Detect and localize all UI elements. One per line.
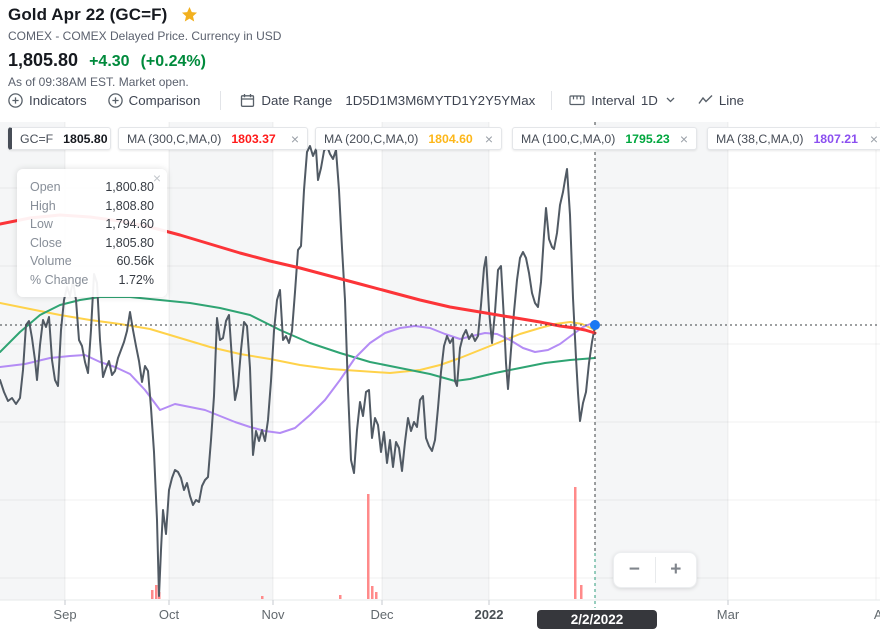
- legend-chip-label: MA (300,C,MA,0): [127, 131, 222, 146]
- legend-chip-value: 1803.37: [231, 131, 276, 146]
- indicators-button[interactable]: Indicators: [8, 93, 87, 108]
- interval-value: 1D: [640, 92, 658, 108]
- page-title: Gold Apr 22 (GC=F): [8, 5, 168, 24]
- x-axis-label-2022: 2022: [474, 607, 504, 622]
- legend-chip-label: GC=F: [20, 131, 54, 146]
- legend-chip-value: 1807.21: [813, 131, 858, 146]
- tooltip-value: 1,794.60: [105, 217, 154, 232]
- legend-chip-value: 1805.80: [63, 131, 108, 146]
- interval-label: Interval: [591, 92, 635, 108]
- zoom-in-button[interactable]: +: [656, 553, 697, 587]
- range-tab-1y[interactable]: 1Y: [461, 93, 477, 108]
- star-icon[interactable]: [181, 7, 198, 23]
- range-tab-2y[interactable]: 2Y: [478, 93, 494, 108]
- ohlc-tooltip: × Open 1,800.80 High 1,808.80 Low 1,794.60 …: [17, 169, 167, 297]
- tooltip-value: 60.56k: [116, 254, 154, 269]
- tooltip-label: Open: [30, 180, 61, 194]
- price-change-percent: (+0.24%): [140, 53, 206, 70]
- toolbar-divider: [551, 90, 553, 110]
- quote-header: Gold Apr 22 (GC=F) COMEX - COMEX Delayed…: [8, 5, 281, 89]
- legend-chip-value: 1804.60: [428, 131, 473, 146]
- legend-chip-ma38[interactable]: MA (38,C,MA,0) 1807.21 ×: [707, 127, 880, 150]
- range-tabs: 1D 5D 1M 3M 6M YTD 1Y 2Y 5Y Max: [345, 93, 535, 108]
- date-range-label: Date Range: [261, 92, 333, 108]
- x-axis-label-sep: Sep: [53, 607, 77, 622]
- close-icon[interactable]: ×: [672, 132, 688, 146]
- chart-type-label: Line: [718, 92, 745, 108]
- indicators-label: Indicators: [29, 92, 87, 108]
- legend-chip-ma300[interactable]: MA (300,C,MA,0) 1803.37 ×: [118, 127, 308, 150]
- chevron-down-icon: [666, 97, 675, 103]
- x-axis-label-nov: Nov: [261, 607, 285, 622]
- range-tab-5d[interactable]: 5D: [362, 93, 379, 108]
- legend-chip-gcf[interactable]: GC=F 1805.80: [8, 127, 111, 150]
- close-icon[interactable]: ×: [283, 132, 299, 146]
- tooltip-value: 1,800.80: [105, 180, 154, 194]
- tooltip-label: % Change: [30, 272, 89, 287]
- legend-chip-ma200[interactable]: MA (200,C,MA,0) 1804.60 ×: [315, 127, 502, 150]
- tooltip-label: High: [30, 198, 56, 213]
- close-icon[interactable]: ×: [477, 132, 493, 146]
- comparison-label: Comparison: [128, 92, 201, 108]
- legend-chip-value: 1795.23: [625, 131, 670, 146]
- range-tab-1m[interactable]: 1M: [379, 93, 397, 108]
- plus-circle-icon: [8, 92, 23, 108]
- x-axis-label-mar: Mar: [716, 607, 740, 622]
- zoom-out-button[interactable]: −: [614, 553, 655, 587]
- tooltip-value: 1,808.80: [105, 198, 154, 213]
- legend-chip-label: MA (38,C,MA,0): [716, 131, 804, 146]
- chart-type-button[interactable]: Line: [698, 93, 744, 108]
- x-axis-label-dec: Dec: [370, 607, 394, 622]
- legend-chip-ma100[interactable]: MA (100,C,MA,0) 1795.23 ×: [512, 127, 697, 150]
- toolbar-divider: [220, 90, 222, 110]
- tooltip-value: 1,805.80: [105, 235, 154, 250]
- chart-toolbar: Indicators Comparison Date Range 1D 5D 1…: [0, 86, 880, 114]
- ruler-icon: [569, 93, 585, 107]
- yahoo-finance-chart-page: { "header": { "title": "Gold Apr 22 (GC=…: [0, 0, 880, 641]
- price-change: +4.30: [89, 53, 130, 70]
- zoom-controls: − +: [613, 552, 697, 588]
- range-tab-6m[interactable]: 6M: [416, 93, 434, 108]
- calendar-icon: [240, 93, 255, 108]
- x-axis: Sep Oct Nov Dec 2022 Mar Apr: [0, 607, 880, 627]
- comparison-button[interactable]: Comparison: [107, 92, 201, 108]
- x-axis-label-oct: Oct: [158, 607, 180, 622]
- range-tab-1d[interactable]: 1D: [345, 93, 362, 108]
- close-icon[interactable]: ×: [153, 170, 161, 186]
- x-axis-label-apr: Apr: [873, 607, 880, 622]
- close-icon[interactable]: ×: [862, 132, 878, 146]
- plus-circle-icon: [107, 92, 123, 108]
- interval-button[interactable]: Interval 1D: [569, 93, 675, 108]
- legend-chip-label: MA (200,C,MA,0): [324, 131, 419, 146]
- price: 1,805.80: [8, 50, 79, 70]
- legend-chip-label: MA (100,C,MA,0): [521, 131, 616, 146]
- range-tab-max[interactable]: Max: [510, 93, 535, 108]
- line-chart-icon: [698, 94, 713, 106]
- date-range-button[interactable]: Date Range: [240, 93, 332, 108]
- range-tab-ytd[interactable]: YTD: [435, 93, 462, 108]
- tooltip-label: Low: [30, 217, 53, 232]
- range-tab-5y[interactable]: 5Y: [494, 93, 510, 108]
- tooltip-label: Volume: [30, 254, 72, 269]
- exchange-note: COMEX - COMEX Delayed Price. Currency in…: [8, 29, 282, 43]
- tooltip-value: 1.72%: [118, 272, 154, 287]
- tooltip-label: Close: [30, 235, 62, 250]
- range-tab-3m[interactable]: 3M: [398, 93, 416, 108]
- crosshair-date-badge: 2/2/2022: [537, 610, 657, 629]
